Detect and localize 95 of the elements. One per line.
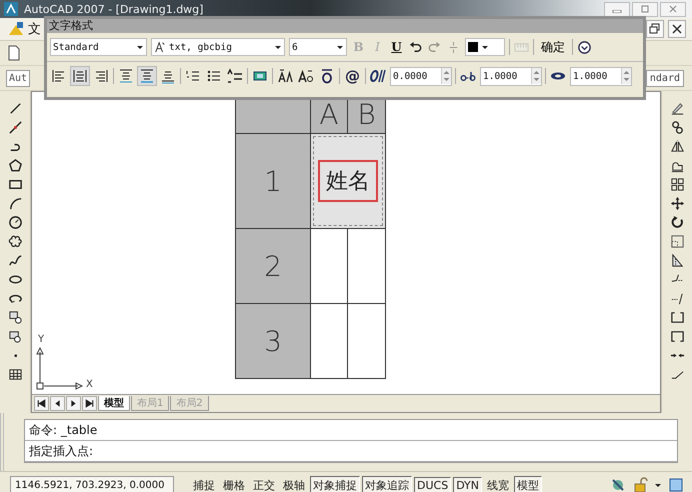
cell-text: 姓名 (318, 160, 378, 202)
line-icon[interactable] (8, 101, 22, 116)
command-line: 命令: _table (25, 420, 677, 441)
caret-icon[interactable] (654, 481, 662, 489)
options-icon[interactable] (577, 40, 592, 54)
row-header: 1 (236, 134, 310, 228)
spinner-icon[interactable] (441, 68, 451, 84)
insert-block-icon[interactable] (8, 310, 22, 325)
block-icon[interactable] (8, 329, 22, 344)
toolbar-title: 文字格式 (49, 19, 93, 32)
app-icon (4, 2, 18, 16)
text-height-dropdown[interactable]: 6 (289, 38, 347, 56)
table-cell[interactable]: 姓名 (311, 134, 385, 228)
color-dropdown[interactable] (465, 38, 505, 56)
eraser-icon[interactable] (670, 101, 684, 116)
status-toggle[interactable]: 极轴 (280, 476, 308, 492)
status-toggle[interactable]: 正交 (250, 476, 278, 492)
first-tab-icon[interactable] (34, 396, 49, 411)
format-button[interactable]: U (389, 38, 404, 56)
spinner-icon[interactable] (531, 68, 541, 84)
tracking-field[interactable]: 1.0000 (480, 66, 542, 86)
break-icon[interactable] (670, 310, 684, 325)
status-toggle[interactable]: 对象捕捉 (310, 476, 360, 492)
next-tab-icon[interactable] (66, 396, 81, 411)
align-middle-icon[interactable] (138, 67, 156, 85)
new-file-icon[interactable] (6, 45, 22, 61)
hatch-icon[interactable] (8, 367, 22, 382)
rectangle-icon[interactable] (8, 177, 22, 192)
style-dropdown[interactable]: ndard (646, 70, 684, 86)
row-header: 3 (236, 304, 310, 378)
extend-icon[interactable] (670, 291, 684, 306)
command-line: 指定插入点: (25, 441, 677, 462)
previous-tab-icon[interactable] (50, 396, 65, 411)
cloud-icon[interactable] (8, 234, 22, 249)
maximize-icon (640, 4, 650, 14)
close-icon (668, 4, 678, 14)
ok-button[interactable]: 确定 (538, 38, 568, 56)
polygon-icon[interactable] (8, 158, 22, 173)
table-cell[interactable] (311, 229, 347, 303)
minimize-icon (612, 10, 622, 13)
scale-icon[interactable] (670, 234, 684, 249)
caret-icon (136, 43, 144, 51)
undo-icon[interactable] (408, 40, 423, 54)
copy-icon[interactable] (670, 120, 684, 135)
lock-icon[interactable] (632, 477, 648, 492)
mirror-icon[interactable] (670, 139, 684, 154)
align-center-icon[interactable] (71, 67, 89, 85)
rotate-icon[interactable] (670, 215, 684, 230)
spinner-icon[interactable] (621, 68, 631, 84)
align-top-icon[interactable] (117, 67, 135, 85)
arc-icon[interactable] (8, 196, 22, 211)
status-toggle[interactable]: 线宽 (484, 476, 512, 492)
workspace-dropdown[interactable]: Aut (6, 70, 30, 86)
stretch-icon[interactable] (670, 253, 684, 268)
font-icon (154, 41, 166, 53)
font-dropdown[interactable]: txt, gbcbig (151, 38, 285, 56)
menu-item[interactable]: 文 (28, 20, 41, 38)
uppercase-icon[interactable] (276, 67, 294, 85)
layout-tab[interactable]: 模型 (98, 396, 130, 411)
status-toggle[interactable]: 模型 (514, 476, 542, 492)
width-factor-field[interactable]: 1.0000 (570, 66, 632, 86)
status-toggle[interactable]: 捕捉 (190, 476, 218, 492)
lettered-list-icon[interactable] (226, 67, 244, 85)
status-toggle[interactable]: 对象追踪 (362, 476, 412, 492)
array-icon[interactable] (670, 177, 684, 192)
status-toggle[interactable]: 栅格 (220, 476, 248, 492)
minimize-button[interactable] (604, 2, 630, 16)
y-axis-label: Y (38, 334, 44, 345)
window-title: AutoCAD 2007 - [Drawing1.dwg] (24, 2, 204, 16)
move-icon[interactable] (670, 196, 684, 211)
oblique-angle-field[interactable]: 0.0000 (390, 66, 452, 86)
x-axis-label: X (86, 379, 93, 390)
color-swatch-icon (468, 42, 478, 52)
caret-icon (274, 43, 282, 51)
status-toggle[interactable]: DYN (453, 476, 482, 492)
table-cell[interactable] (348, 229, 385, 303)
table-cell[interactable] (348, 304, 385, 378)
restore-icon[interactable] (646, 20, 664, 38)
caret-icon (336, 43, 344, 51)
caret-icon (481, 43, 489, 51)
symbol-button[interactable]: @ (343, 67, 362, 85)
spline-icon[interactable] (8, 253, 22, 268)
table-cell[interactable] (311, 304, 347, 378)
last-tab-icon[interactable] (82, 396, 97, 411)
text-style-dropdown[interactable]: Standard (50, 38, 147, 56)
row-header: 2 (236, 229, 310, 303)
break-icon[interactable] (670, 329, 684, 344)
drawing-icon[interactable] (8, 21, 24, 37)
ucs-axes-icon (36, 346, 84, 390)
circle-icon[interactable] (8, 215, 22, 230)
oblique-icon (369, 67, 387, 85)
coordinates-readout: 1146.5921, 703.2923, 0.0000 (10, 476, 174, 492)
status-toggle[interactable]: DUCS (414, 476, 452, 492)
construction-line-icon[interactable] (8, 120, 22, 135)
close-icon[interactable] (668, 20, 686, 38)
